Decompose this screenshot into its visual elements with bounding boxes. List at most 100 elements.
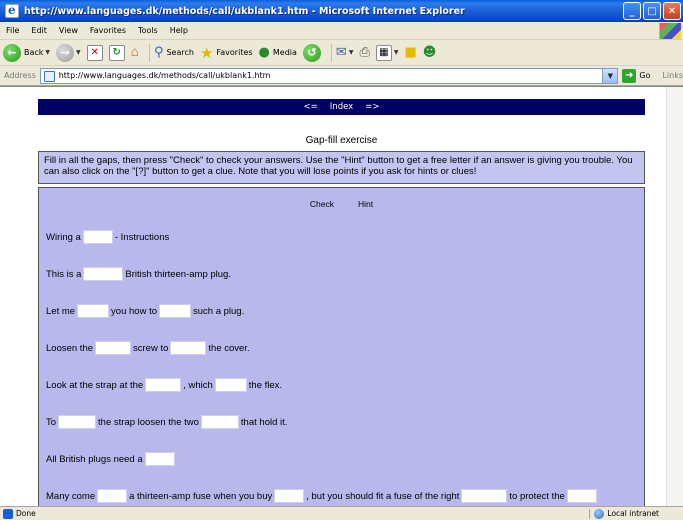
chevron-down-icon: ▼ bbox=[393, 49, 399, 56]
page-viewport: <= Index => Gap-fill exercise Fill in al… bbox=[0, 86, 683, 506]
line-text: to protect the bbox=[509, 490, 565, 502]
line-text: All British plugs need a bbox=[46, 453, 143, 465]
exercise-line: To the strap loosen the two that hold it… bbox=[46, 415, 287, 429]
search-button[interactable]: ⚲ Search bbox=[154, 45, 194, 60]
gap-input[interactable] bbox=[97, 489, 128, 503]
nav-index-link[interactable]: Index bbox=[330, 102, 353, 112]
print-icon: ⎙ bbox=[359, 45, 370, 60]
exercise-buttons: Check Hint bbox=[39, 199, 644, 209]
gap-input[interactable] bbox=[145, 378, 182, 392]
gap-input[interactable] bbox=[170, 341, 207, 355]
window-controls: _ □ ✕ bbox=[623, 2, 681, 20]
gap-input[interactable] bbox=[144, 452, 175, 466]
gap-input[interactable] bbox=[566, 489, 597, 503]
chevron-down-icon: ▼ bbox=[348, 49, 354, 56]
go-button[interactable]: ➜ Go bbox=[622, 68, 650, 83]
menu-file[interactable]: File bbox=[0, 26, 25, 35]
media-button[interactable]: ● Media bbox=[259, 45, 297, 60]
back-label: Back bbox=[24, 48, 44, 57]
stop-button[interactable]: ✕ bbox=[86, 44, 103, 61]
chevron-down-icon[interactable]: ▼ bbox=[602, 68, 618, 83]
menu-help[interactable]: Help bbox=[164, 26, 194, 35]
nav-prev-link[interactable]: <= bbox=[304, 102, 318, 112]
line-text: the flex. bbox=[248, 379, 283, 391]
toolbar: ← Back ▼ → ▼ ✕ ↻ ⌂ ⚲ Search ★ Favorites … bbox=[0, 40, 683, 66]
gap-input[interactable] bbox=[58, 415, 97, 429]
menu-bar: File Edit View Favorites Tools Help bbox=[0, 22, 683, 40]
gap-input[interactable] bbox=[77, 304, 110, 318]
refresh-button[interactable]: ↻ bbox=[108, 44, 125, 61]
refresh-icon: ↻ bbox=[108, 44, 125, 61]
vertical-scrollbar[interactable] bbox=[666, 87, 683, 506]
line-text: This is a bbox=[46, 268, 82, 280]
back-button[interactable]: ← Back ▼ bbox=[3, 43, 51, 62]
menu-favorites[interactable]: Favorites bbox=[84, 26, 132, 35]
line-text: the cover. bbox=[208, 342, 250, 354]
history-button[interactable]: ↺ bbox=[302, 43, 321, 62]
maximize-button[interactable]: □ bbox=[643, 2, 661, 20]
gap-input[interactable] bbox=[82, 230, 113, 244]
folder-icon: ■ bbox=[404, 45, 417, 60]
check-button[interactable]: Check bbox=[310, 199, 334, 209]
forward-arrow-icon: → bbox=[56, 43, 75, 62]
history-icon: ↺ bbox=[302, 43, 321, 62]
messenger-button[interactable]: ☻ bbox=[423, 45, 437, 60]
gap-input[interactable] bbox=[214, 378, 247, 392]
line-text: that hold it. bbox=[240, 416, 288, 428]
hint-button[interactable]: Hint bbox=[358, 199, 373, 209]
toolbar-separator bbox=[330, 43, 332, 62]
favorites-button[interactable]: ★ Favorites bbox=[200, 44, 253, 62]
line-text: such a plug. bbox=[193, 305, 245, 317]
favorites-label: Favorites bbox=[216, 48, 253, 57]
menu-edit[interactable]: Edit bbox=[25, 26, 53, 35]
menu-tools[interactable]: Tools bbox=[132, 26, 164, 35]
line-text: Loosen the bbox=[46, 342, 94, 354]
chevron-down-icon: ▼ bbox=[76, 49, 81, 56]
gap-input[interactable] bbox=[461, 489, 508, 503]
links-button[interactable]: Links bbox=[662, 71, 683, 80]
gap-input[interactable] bbox=[200, 415, 239, 429]
line-text: screw to bbox=[133, 342, 169, 354]
minimize-button[interactable]: _ bbox=[623, 2, 641, 20]
search-label: Search bbox=[166, 48, 194, 57]
exercise-line: All British plugs need a bbox=[46, 452, 177, 466]
stop-icon: ✕ bbox=[86, 44, 103, 61]
media-icon: ● bbox=[258, 45, 270, 60]
line-text: Wiring a bbox=[46, 231, 81, 243]
edit-button[interactable]: ▦ ▼ bbox=[375, 44, 399, 61]
gap-input[interactable] bbox=[83, 267, 124, 281]
line-text: a thirteen-amp fuse when you buy bbox=[129, 490, 273, 502]
forward-button[interactable]: → ▼ bbox=[56, 43, 81, 62]
title-bar[interactable]: http://www.languages.dk/methods/call/ukb… bbox=[0, 0, 683, 22]
chevron-down-icon: ▼ bbox=[45, 49, 51, 56]
print-button[interactable]: ⎙ bbox=[359, 45, 369, 60]
folder-button[interactable]: ■ bbox=[404, 45, 416, 60]
mail-icon: ✉ bbox=[335, 45, 347, 60]
ie-icon bbox=[5, 3, 19, 18]
exercise-line: Loosen the screw to the cover. bbox=[46, 341, 250, 355]
address-input[interactable]: http://www.languages.dk/methods/call/ukb… bbox=[39, 67, 619, 84]
media-label: Media bbox=[272, 48, 297, 57]
star-icon: ★ bbox=[199, 43, 214, 62]
address-label: Address bbox=[4, 71, 36, 80]
line-text: - Instructions bbox=[114, 231, 170, 243]
mail-button[interactable]: ✉ ▼ bbox=[336, 45, 354, 60]
nav-next-link[interactable]: => bbox=[365, 102, 379, 112]
gap-input[interactable] bbox=[159, 304, 191, 318]
gap-input[interactable] bbox=[274, 489, 305, 503]
address-bar: Address http://www.languages.dk/methods/… bbox=[0, 66, 683, 86]
exercise-line: Many come a thirteen-amp fuse when you b… bbox=[46, 489, 599, 503]
line-text: you how to bbox=[111, 305, 157, 317]
gap-input[interactable] bbox=[95, 341, 132, 355]
line-text: , which bbox=[183, 379, 213, 391]
menu-view[interactable]: View bbox=[53, 26, 84, 35]
exercise-title: Gap-fill exercise bbox=[305, 135, 378, 146]
status-bar: Done Local intranet bbox=[0, 506, 683, 520]
line-text: Let me bbox=[46, 305, 76, 317]
home-button[interactable]: ⌂ bbox=[131, 45, 139, 60]
close-button[interactable]: ✕ bbox=[663, 2, 681, 20]
intranet-icon bbox=[594, 508, 605, 519]
page-nav-bar: <= Index => bbox=[38, 99, 645, 115]
exercise-line: This is a British thirteen-amp plug. bbox=[46, 267, 231, 281]
line-text: Look at the strap at the bbox=[46, 379, 144, 391]
